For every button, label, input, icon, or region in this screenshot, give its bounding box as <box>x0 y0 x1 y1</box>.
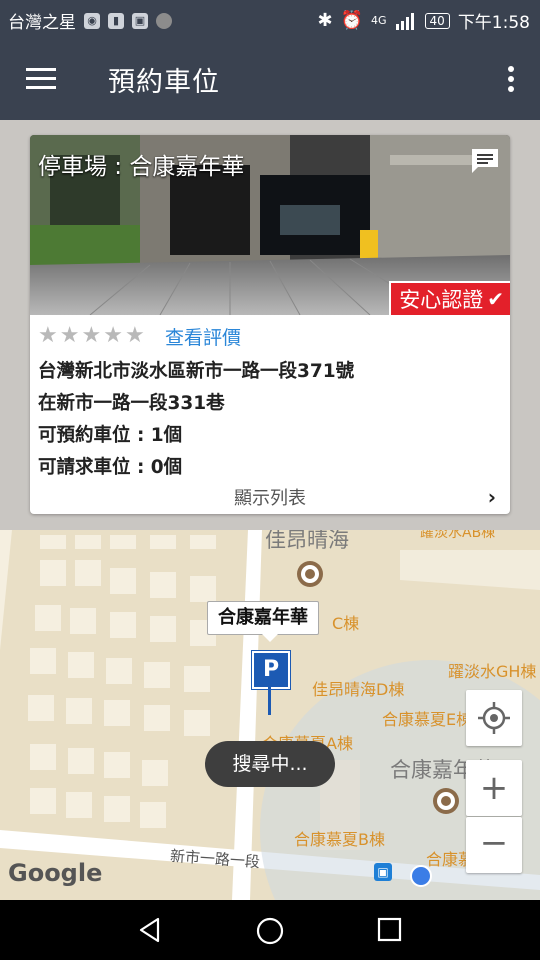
carrier-name: 台灣之星 <box>8 13 76 33</box>
map-label-jiaang: 佳昂晴海 <box>265 530 349 552</box>
page-title: 預約車位 <box>108 67 220 98</box>
network-type: 4G <box>371 14 387 27</box>
message-icon[interactable] <box>470 147 500 175</box>
zoom-in-button[interactable]: + <box>466 760 522 816</box>
battery-icon: 40 <box>424 12 450 29</box>
alarm-icon: ⏰ <box>340 10 363 31</box>
poi-marker-icon[interactable] <box>296 560 324 588</box>
clock: 下午1:58 <box>457 13 530 33</box>
map-label-c-building: C棟 <box>332 614 360 633</box>
requestable-spots: 可請求車位 : 0個 <box>38 457 183 478</box>
crosshair-icon <box>478 702 510 734</box>
google-logo-text: Google <box>8 859 103 887</box>
status-bar: 台灣之星 ◉ ▮ ▣ ✱ ⏰ 4G 40 下午1:58 <box>0 0 540 38</box>
searching-toast: 搜尋中... <box>205 741 335 787</box>
minus-icon: − <box>479 823 509 863</box>
map-label-hekang-b: 合康慕夏B棟 <box>294 830 385 849</box>
star-icon: ★ <box>81 323 102 348</box>
parking-lot-card: 停車場 : 合康嘉年華 安心認證 ✔ ★ ★ ★ ★ ★ 查看評價 台灣新北市淡… <box>30 135 510 514</box>
parking-callout[interactable]: 合康嘉年華 <box>207 601 319 642</box>
my-location-button[interactable] <box>466 690 522 746</box>
gallery-icon: ▣ <box>132 12 148 29</box>
location-icon: ◉ <box>84 12 100 29</box>
map-label-hekang-e: 合康慕夏E棟 <box>382 710 473 729</box>
view-reviews-link[interactable]: 查看評價 <box>165 323 241 350</box>
show-list-link[interactable]: 顯示列表 <box>30 484 510 510</box>
rating-stars: ★ ★ ★ ★ ★ <box>38 323 145 348</box>
signal-icon <box>395 12 414 30</box>
poi-marker-icon[interactable] <box>432 787 460 815</box>
hamburger-menu-icon[interactable] <box>26 68 56 90</box>
home-icon[interactable] <box>255 916 285 946</box>
star-icon: ★ <box>59 323 80 348</box>
checkmark-icon: ✔ <box>487 287 504 311</box>
parking-marker-icon[interactable]: P <box>252 651 290 689</box>
my-location-dot <box>410 865 432 887</box>
google-logo: Google <box>8 859 102 887</box>
system-nav-bar <box>0 900 540 960</box>
star-icon: ★ <box>103 323 123 348</box>
more-vert-icon[interactable] <box>508 66 514 96</box>
map-label-jiaang-d: 佳昂晴海D棟 <box>312 680 405 699</box>
avatar-icon <box>156 12 172 29</box>
parking-lot-name: 停車場 : 合康嘉年華 <box>38 154 245 180</box>
certified-badge: 安心認證 ✔ <box>389 281 510 315</box>
reservable-spots: 可預約車位 : 1個 <box>38 425 183 446</box>
recents-icon[interactable] <box>377 917 403 943</box>
address-line-2: 在新市一路一段331巷 <box>38 393 225 414</box>
trash-icon: ▮ <box>108 12 124 29</box>
certified-badge-label: 安心認證 <box>399 288 484 312</box>
back-icon[interactable] <box>136 916 164 944</box>
plus-icon: + <box>479 768 509 808</box>
map-label-yaodanshui-gh: 躍淡水GH棟 <box>448 662 537 681</box>
map-view[interactable]: 佳昂晴海 躍淡水AB棟 C棟 躍淡水GH棟 佳昂晴海D棟 合康慕夏E棟 合康慕夏… <box>0 530 540 900</box>
star-icon: ★ <box>124 323 145 348</box>
zoom-out-button[interactable]: − <box>466 817 522 873</box>
star-icon: ★ <box>38 323 58 348</box>
address-line-1: 台灣新北市淡水區新市一路一段371號 <box>38 361 355 382</box>
parking-lot-photo: 停車場 : 合康嘉年華 安心認證 ✔ <box>30 135 510 315</box>
chevron-right-icon[interactable]: › <box>488 485 496 509</box>
bus-stop-icon[interactable]: ▣ <box>374 863 392 881</box>
map-label-yaodanshui-ab: 躍淡水AB棟 <box>420 530 496 541</box>
app-bar: 預約車位 <box>0 38 540 120</box>
parking-marker-stem <box>268 687 271 715</box>
bluetooth-icon: ✱ <box>317 10 333 31</box>
